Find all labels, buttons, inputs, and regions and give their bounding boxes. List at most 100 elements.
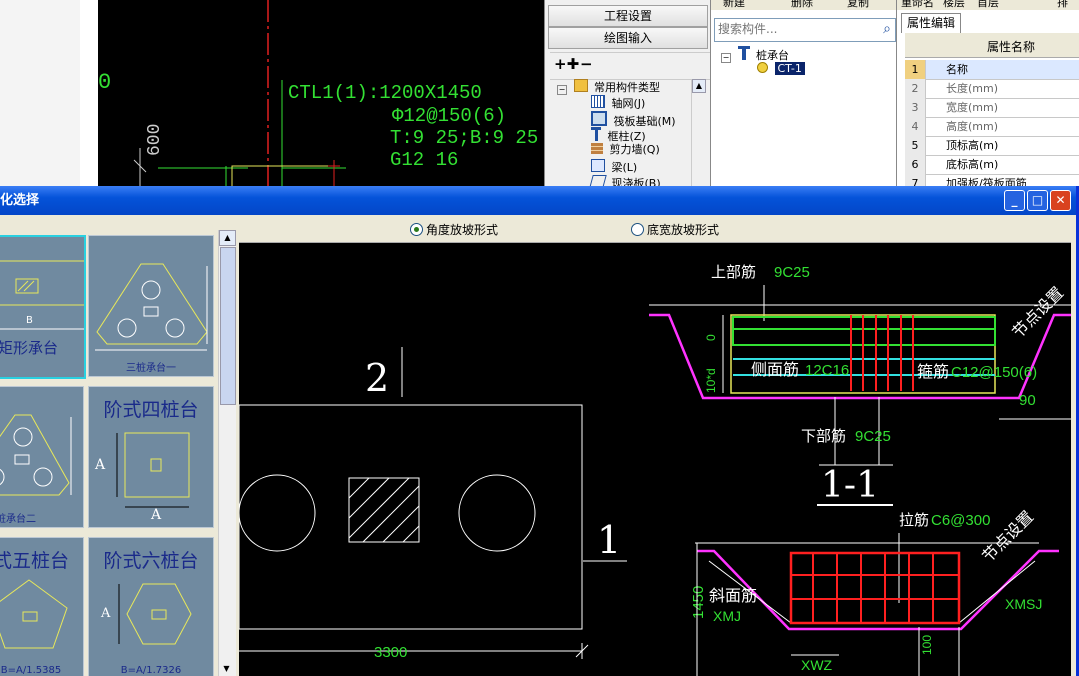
drawing-input-button[interactable]: 绘图输入 <box>548 27 708 49</box>
component-tree-root[interactable]: − 桩承台 <box>721 46 789 63</box>
floor-select[interactable]: 首层 <box>977 0 999 10</box>
property-row[interactable]: 5 顶标高(m) <box>905 136 1079 156</box>
cad-preview[interactable]: 2 1 3300 上部筋 9C25 侧面筋 12C16 箍筋 C12@150(6… <box>239 243 1071 676</box>
cad-viewport-drawing: 0 600 CTL1(1):1200X1450 Φ12@150(6) T:9 2… <box>98 0 538 186</box>
property-row-name: 底标高(m) <box>946 158 999 171</box>
rename-button[interactable]: 重命名 <box>901 0 934 10</box>
shape-thumbnail-list: B 矩形承台 三桩承台一 承台二 阶式四桩台 A A 式五桩台 B=A/1.53… <box>0 215 217 676</box>
plan-width-dimension: 3300 <box>374 644 407 661</box>
component-search-input[interactable] <box>715 19 871 39</box>
tie-bar-value: C6@300 <box>931 512 990 529</box>
property-row[interactable]: 2 长度(mm) <box>905 79 1079 99</box>
cad-annotation-line-3: T:9 25;B:9 25 <box>390 127 538 149</box>
thumbnail-caption: B=A/1.7326 <box>120 665 182 676</box>
property-row[interactable]: 3 宽度(mm) <box>905 98 1079 118</box>
side-bar-value: 12C16 <box>805 362 849 379</box>
property-row[interactable]: 1 名称 <box>905 60 1079 80</box>
frame-column-icon <box>591 127 601 141</box>
cad-viewport[interactable]: 0 600 CTL1(1):1200X1450 Φ12@150(6) T:9 2… <box>98 0 544 186</box>
collapse-all-icon[interactable]: − <box>580 55 593 73</box>
stirrup-label: 箍筋 <box>917 363 949 381</box>
property-column-header: 属性名称 <box>987 40 1036 54</box>
cad-annotation-line-1: CTL1(1):1200X1450 <box>288 82 482 104</box>
thumbnail-stepped-four-pile-cap-drawing <box>116 432 190 508</box>
section-title: 1-1 <box>821 465 879 506</box>
thumbnail-dim-label: A <box>95 457 106 473</box>
node-setting-top: 节点设置 <box>1009 284 1067 342</box>
maximize-icon[interactable]: □ <box>1027 190 1048 211</box>
folder-icon <box>573 79 588 92</box>
scroll-down-icon[interactable]: ▼ <box>219 664 234 674</box>
component-item-label: CT-1 <box>774 62 805 75</box>
cad-preview-drawing: 2 1 3300 上部筋 9C25 侧面筋 12C16 箍筋 C12@150(6… <box>239 264 1071 676</box>
section-height: 1450 <box>690 586 707 619</box>
tree-toolbar: +✚ − <box>550 52 710 80</box>
raft-foundation-icon <box>591 111 607 126</box>
search-icon[interactable]: ⌕ <box>883 21 891 37</box>
bottom-width-slope-label[interactable]: 底宽放坡形式 <box>647 221 719 238</box>
scroll-up-icon[interactable]: ▲ <box>219 230 236 246</box>
tree-root-common-types[interactable]: − 常用构件类型 <box>557 79 660 95</box>
tree-item-label: 轴网(J) <box>611 97 646 110</box>
dialog-titlebar[interactable]: 化选择 _ □ ✕ <box>0 186 1076 215</box>
tree-item-beam[interactable]: 梁(L) <box>591 159 637 175</box>
thumbnail-three-pile-cap-2[interactable]: 三桩承台二 <box>0 386 84 528</box>
property-row[interactable]: 6 底标高(m) <box>905 155 1079 175</box>
tree-item-axis-grid[interactable]: 轴网(J) <box>591 95 645 111</box>
thumbnail-stepped-five-pile-cap-drawing <box>0 579 68 649</box>
new-button[interactable]: 新建 <box>723 0 745 10</box>
scroll-up-icon[interactable]: ▲ <box>692 79 706 93</box>
collapse-icon[interactable]: − <box>721 53 731 63</box>
angle-slope-label[interactable]: 角度放坡形式 <box>426 221 498 238</box>
dialog-title: 化选择 <box>0 193 40 208</box>
tree-item-label: 梁(L) <box>611 161 638 174</box>
close-icon[interactable]: ✕ <box>1050 190 1071 211</box>
tree-item-label: 剪力墙(Q) <box>609 143 660 156</box>
tree-item-shear-wall[interactable]: 剪力墙(Q) <box>591 143 660 157</box>
property-row-number: 5 <box>905 136 926 155</box>
minimize-icon[interactable]: _ <box>1004 190 1025 211</box>
property-row-number: 6 <box>905 155 926 174</box>
beam-icon <box>591 159 605 172</box>
sort-button[interactable]: 排 <box>1057 0 1068 10</box>
property-row-number: 3 <box>905 98 926 117</box>
property-row-name: 长度(mm) <box>946 82 999 95</box>
property-row-number: 1 <box>905 60 926 79</box>
project-settings-button[interactable]: 工程设置 <box>548 5 708 27</box>
cad-annotation-line-2: Φ12@150(6) <box>392 105 506 127</box>
bottom-dim-xwz: XWZ <box>801 657 833 673</box>
collapse-icon[interactable]: − <box>557 85 567 95</box>
left-panel-margin <box>80 0 98 186</box>
bottom-bar-value: 9C25 <box>855 428 891 445</box>
thumbnail-stepped-six-pile-cap[interactable]: 阶式六桩台 A B=A/1.7326 <box>88 537 214 676</box>
thumbnail-stepped-four-pile-cap[interactable]: 阶式四桩台 A A <box>88 386 214 528</box>
property-header: 属性名称 <box>905 33 1079 58</box>
thumbnail-stepped-five-pile-cap[interactable]: 式五桩台 B=A/1.5385 <box>0 537 84 676</box>
thumbnail-scrollbar[interactable]: ▲ ▼ <box>218 230 236 676</box>
angle-slope-radio[interactable] <box>410 223 423 236</box>
scroll-thumb[interactable] <box>220 247 236 405</box>
slope-option-bar: 角度放坡形式 底宽放坡形式 <box>239 216 1071 243</box>
expand-all-icon[interactable]: +✚ <box>554 55 579 73</box>
component-item-ct1[interactable]: CT-1 <box>757 62 805 76</box>
delete-button[interactable]: 删除 <box>791 0 813 10</box>
thumbnail-three-pile-cap-2-drawing <box>0 414 72 496</box>
gear-icon <box>757 62 768 73</box>
tie-bar-label: 拉筋 <box>899 512 929 529</box>
thumbnail-caption: 三桩承台二 <box>0 514 36 525</box>
tree-item-frame-column[interactable]: 框柱(Z) <box>591 127 646 144</box>
top-bar-label: 上部筋 <box>711 264 756 281</box>
tab-property-edit[interactable]: 属性编辑 <box>901 13 961 33</box>
slope-bar-xmj: XMJ <box>713 608 741 624</box>
cad-dimension-left: 600 <box>145 124 165 156</box>
tree-item-label: 框柱(Z) <box>607 130 646 143</box>
dim-10d: 10*d <box>704 368 718 393</box>
bottom-width-slope-radio[interactable] <box>631 223 644 236</box>
thumbnail-three-pile-cap-1[interactable]: 三桩承台一 <box>88 235 214 377</box>
navigation-panel: 工程设置 绘图输入 +✚ − − 常用构件类型 轴网(J) 筏板基础(M) 框柱… <box>544 0 711 190</box>
slope-bar-xmsj: XMSJ <box>1005 596 1042 612</box>
thumbnail-rectangular-cap[interactable]: B 矩形承台 <box>0 235 86 379</box>
tree-scrollbar[interactable]: ▲ <box>691 79 706 186</box>
property-row[interactable]: 4 高度(mm) <box>905 117 1079 137</box>
copy-button[interactable]: 复制 <box>847 0 869 10</box>
